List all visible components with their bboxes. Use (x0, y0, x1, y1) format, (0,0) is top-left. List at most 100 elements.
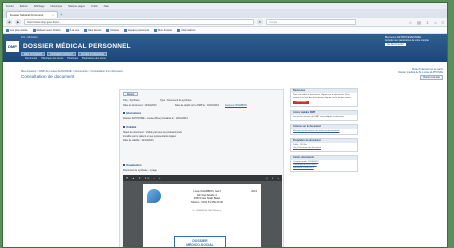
download-button[interactable]: Télécharger (293, 101, 309, 104)
sidebar: Bienvenue Pour consulter le document, cl… (290, 88, 358, 175)
home-icon[interactable]: ⌂ (434, 20, 436, 25)
bookmark-item[interactable]: Informations (177, 28, 196, 32)
bookmark-label: Dossier (110, 28, 120, 32)
bookmark-icon (65, 28, 69, 32)
dmp-logo[interactable]: DMP (6, 41, 19, 52)
search-input[interactable]: Google (266, 19, 356, 25)
star-icon[interactable]: ☆ (409, 20, 413, 25)
download-icon[interactable]: ⇩ (426, 20, 429, 25)
prev-page-icon[interactable]: ▲ (132, 177, 134, 180)
user-settings-link[interactable]: Accéder aux paramètres de votre compte (385, 39, 443, 42)
browser-tab[interactable]: Dossier Médical Personnel × (6, 11, 58, 18)
zoom-in-icon[interactable]: + (159, 177, 160, 180)
pdf-viewer[interactable]: ☰ ▲ ▼ 1 / 1 − + ⎙ ⇩ » Louis CHAMBON, Gen (123, 175, 282, 247)
visibility-line-3: Date de validité : 10/10/2013 (123, 139, 154, 142)
view-text: Document de synthèse - 1 page (123, 169, 157, 172)
page-counter[interactable]: 1 / 1 (145, 177, 150, 180)
url-field[interactable]: https://www.dmp.gouv.fr/ps/... (24, 19, 254, 25)
menu-history[interactable]: Historique (51, 5, 63, 8)
visibility-line-2: Invisible par le patient et ses représen… (123, 135, 177, 138)
zoom-out-icon[interactable]: − (154, 177, 155, 180)
bookmark-item[interactable]: Les plus visités (6, 28, 28, 32)
menu-my-files[interactable]: MES DOSSIERS (21, 52, 46, 56)
pdf-address: Louis CHAMBON, Genf Ein Kiel-Straße 3 40… (177, 190, 237, 204)
more-icon[interactable]: » (278, 177, 279, 180)
bookmark-label: À la une (69, 28, 80, 32)
app-title: DOSSIER MÉDICAL PERSONNEL (23, 43, 131, 50)
panel-body: Compte rendu 12/09/2013 Ordonnance 03/07… (291, 160, 357, 171)
bookmark-item[interactable]: À la une (65, 28, 80, 32)
tab-title: Dossier Médical Personnel (10, 13, 44, 17)
logout-button[interactable]: Se déconnecter (385, 43, 406, 46)
menu-view[interactable]: Affichage (34, 5, 45, 8)
user-box: Bienvenue DR PROFESSIONNEL Accéder aux p… (385, 36, 443, 50)
view-section-title: Visualisation (123, 164, 141, 167)
pdf-toolbar-right: ⎙ ⇩ » (266, 177, 279, 180)
bookmark-item[interactable]: Mes favoris (84, 28, 101, 32)
submenu-access-settings[interactable]: Paramètres des accès (82, 57, 106, 60)
hide-document-link[interactable]: Masquer le document aux autres professio… (293, 130, 340, 132)
back-to-list-button[interactable]: Retour à la liste (420, 75, 443, 80)
new-tab-icon[interactable]: + (60, 12, 66, 18)
main-menu: MES DOSSIERS DOSSIERS PATIENT ACCÈS D'UR… (21, 52, 108, 56)
back-icon[interactable]: ◀ (6, 19, 12, 25)
submenu-history[interactable]: Historique (67, 57, 78, 60)
sidebar-panel-other-docs: Autres documents Compte rendu 12/09/2013… (290, 155, 358, 172)
visibility-line-1: Statut du document : Visible par tous le… (123, 131, 182, 134)
bookmark-label: Mon dossier (158, 28, 173, 32)
author-link[interactable]: Jacques CHAMBON (225, 104, 247, 107)
save-icon[interactable]: ⇩ (272, 177, 274, 180)
doc-title-field: Titre : Synthèse (123, 99, 140, 102)
sidebar-panel-actions: Actions sur le document Masquer le docum… (290, 124, 358, 135)
sub-menu: Documents Historique des accès Historiqu… (25, 57, 106, 60)
pdf-small-text: Dr. CHAMBON DMP Médecin (192, 210, 222, 212)
comment-section-title: Informations (123, 112, 141, 115)
search-placeholder: Google (269, 20, 278, 24)
other-doc-link[interactable]: Ordonnance 03/07/2013 (293, 164, 317, 166)
menu-icon[interactable]: ≡ (442, 20, 444, 25)
breadcrumb[interactable]: Mes dossiers > DMP de Louise ALPHONSE > … (21, 70, 123, 73)
next-page-icon[interactable]: ▼ (139, 177, 141, 180)
submenu-access-history[interactable]: Historique des accès (41, 57, 63, 60)
bookmark-item[interactable]: Mon dossier (154, 28, 173, 32)
print-icon[interactable]: ⎙ (266, 177, 268, 180)
tab-bar: Dossier Médical Personnel × + (3, 9, 447, 18)
menu-patient-files[interactable]: DOSSIERS PATIENT (47, 52, 76, 56)
pdf-toolbar: ☰ ▲ ▼ 1 / 1 − + ⎙ ⇩ » (123, 175, 282, 181)
other-doc-link[interactable]: Synthèse 01/06/2013 (293, 167, 314, 169)
menu-help[interactable]: Aide (104, 5, 109, 8)
bookmark-item[interactable]: Débuter avec Firefox (32, 28, 61, 32)
menu-file[interactable]: Fichier (6, 5, 14, 8)
other-doc-link[interactable]: Compte rendu 12/09/2013 (293, 161, 318, 163)
sidebar-panel-welcome: Bienvenue Pour consulter le document, cl… (290, 88, 358, 107)
bookmarks-icon[interactable]: ▤ (417, 20, 421, 25)
panel-text: Pour consulter le document, cliquez sur … (293, 94, 352, 99)
reload-icon[interactable]: ↻ (257, 19, 263, 25)
visibility-section-title: Visibilité (123, 126, 136, 129)
panel-body: Masquer le document aux autres professio… (291, 129, 357, 134)
menu-bookmarks[interactable]: Marque-pages (68, 5, 85, 8)
bookmark-icon (177, 28, 181, 32)
sidebar-panel-quick-access: Accès rapides DMP Les accès récents du D… (290, 110, 358, 121)
return-button[interactable]: Retour (123, 92, 139, 96)
close-tab-icon[interactable]: × (52, 13, 54, 17)
pdf-title-box: DOSSIER MÉDICO-SOCIAL (174, 236, 226, 247)
bookmark-icon (32, 28, 36, 32)
url-text: https://www.dmp.gouv.fr/ps/... (27, 20, 61, 24)
bookmark-item[interactable]: Espace personnel (124, 28, 150, 32)
menu-tools[interactable]: Outils (91, 5, 98, 8)
document-panel: Retour Titre : Synthèse Type : Document … (119, 89, 284, 247)
doc-type-field: Type : Document de synthèse (160, 99, 192, 102)
history-link[interactable]: Voir l'historique du document (293, 147, 321, 149)
menu-emergency-access[interactable]: ACCÈS D'URGENCE (77, 52, 108, 56)
sidebar-toggle-icon[interactable]: ☰ (126, 177, 128, 180)
submenu-documents[interactable]: Documents (25, 57, 37, 60)
bookmark-item[interactable]: Dossier (106, 28, 120, 32)
bookmark-label: Informations (181, 28, 196, 32)
toolbar-icons: ☆ ▤ ⇩ ⌂ ≡ (409, 20, 445, 25)
bookmark-icon (6, 28, 9, 32)
menu-edit[interactable]: Édition (20, 5, 28, 8)
panel-body: Taille : 120 Ko Voir l'historique du doc… (291, 143, 357, 151)
forward-icon[interactable]: ▶ (15, 19, 21, 25)
bookmark-label: Espace personnel (128, 28, 150, 32)
